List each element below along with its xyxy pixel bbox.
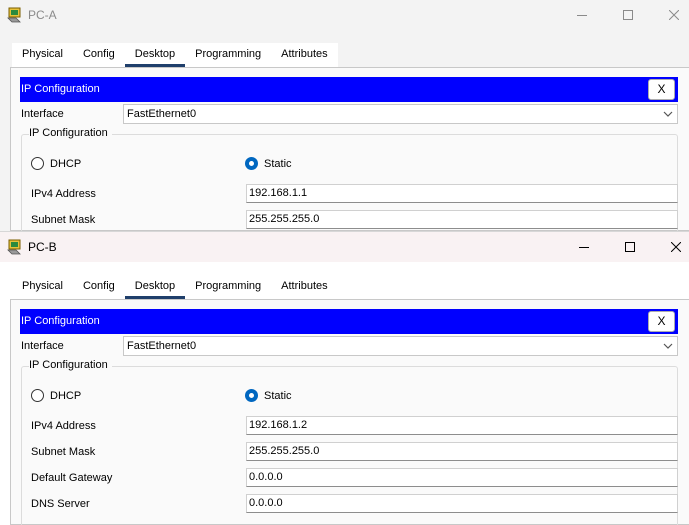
tab-bar: Physical Config Desktop Programming Attr…: [12, 43, 338, 67]
ipv4-address-label: IPv4 Address: [31, 188, 96, 200]
ip-config-header-title: IP Configuration: [21, 83, 100, 95]
title-bar[interactable]: PC-A: [0, 0, 689, 30]
tab-config[interactable]: Config: [72, 275, 125, 299]
maximize-button[interactable]: [605, 0, 651, 30]
interface-select[interactable]: FastEthernet0: [123, 336, 678, 356]
interface-label: Interface: [21, 108, 64, 120]
window-body: Physical Config Desktop Programming Attr…: [0, 30, 689, 231]
static-radio[interactable]: Static: [245, 157, 292, 170]
chevron-down-icon: [663, 343, 673, 349]
title-bar[interactable]: PC-B: [0, 232, 689, 262]
tab-attributes[interactable]: Attributes: [271, 43, 338, 67]
interface-value: FastEthernet0: [127, 108, 197, 120]
ipv4-address-input[interactable]: 192.168.1.2: [246, 416, 678, 435]
dhcp-label: DHCP: [50, 389, 82, 402]
desktop-panel: IP Configuration X Interface FastEtherne…: [10, 299, 689, 525]
interface-label: Interface: [21, 340, 64, 352]
packet-tracer-pc-icon: [7, 7, 23, 23]
close-icon: [671, 242, 681, 252]
close-window-button[interactable]: [653, 232, 689, 262]
ip-config-group-title: IP Configuration: [29, 359, 112, 371]
static-label: Static: [264, 389, 292, 402]
desktop-panel: IP Configuration X Interface FastEtherne…: [10, 67, 689, 231]
minimize-button[interactable]: [561, 232, 607, 262]
ipv4-address-input[interactable]: 192.168.1.1: [246, 184, 678, 203]
radio-selected-icon: [245, 389, 258, 402]
subnet-mask-label: Subnet Mask: [31, 214, 96, 226]
ip-config-group-title: IP Configuration: [29, 127, 112, 139]
dns-server-input[interactable]: 0.0.0.0: [246, 494, 678, 513]
default-gateway-label: Default Gateway: [31, 472, 113, 484]
maximize-icon: [625, 242, 635, 252]
tab-desktop[interactable]: Desktop: [124, 275, 186, 299]
maximize-button[interactable]: [607, 232, 653, 262]
close-window-button[interactable]: [651, 0, 689, 30]
window-title: PC-B: [28, 240, 57, 254]
pc-b-window: PC-B Physical Config Desktop Programming…: [0, 231, 689, 525]
subnet-mask-input[interactable]: 255.255.255.0: [246, 210, 678, 229]
ip-config-header: IP Configuration X: [20, 309, 678, 334]
subnet-mask-input[interactable]: 255.255.255.0: [246, 442, 678, 461]
pc-a-window: PC-A Physical Config Desktop Programming…: [0, 0, 689, 231]
close-ip-config-button[interactable]: X: [648, 311, 675, 332]
radio-unselected-icon: [31, 157, 44, 170]
dns-server-label: DNS Server: [31, 498, 90, 510]
dhcp-radio[interactable]: DHCP: [31, 389, 81, 402]
interface-select[interactable]: FastEthernet0: [123, 104, 678, 124]
tab-programming[interactable]: Programming: [185, 275, 272, 299]
subnet-mask-label: Subnet Mask: [31, 446, 96, 458]
window-title: PC-A: [28, 8, 57, 22]
default-gateway-input[interactable]: 0.0.0.0: [246, 468, 678, 487]
close-ip-config-button[interactable]: X: [648, 79, 675, 100]
tab-physical[interactable]: Physical: [12, 275, 73, 299]
static-radio[interactable]: Static: [245, 389, 292, 402]
tab-programming[interactable]: Programming: [185, 43, 272, 67]
close-icon: [669, 10, 679, 20]
minimize-button[interactable]: [559, 0, 605, 30]
tab-physical[interactable]: Physical: [12, 43, 73, 67]
dhcp-label: DHCP: [50, 157, 82, 170]
dhcp-radio[interactable]: DHCP: [31, 157, 81, 170]
packet-tracer-pc-icon: [7, 239, 23, 255]
ipv4-address-label: IPv4 Address: [31, 420, 96, 432]
minimize-icon: [577, 15, 587, 16]
tab-desktop[interactable]: Desktop: [124, 43, 186, 67]
ip-config-header: IP Configuration X: [20, 77, 678, 102]
radio-selected-icon: [245, 157, 258, 170]
tab-bar: Physical Config Desktop Programming Attr…: [12, 275, 338, 299]
window-body: Physical Config Desktop Programming Attr…: [0, 262, 689, 525]
chevron-down-icon: [663, 111, 673, 117]
minimize-icon: [579, 247, 589, 248]
maximize-icon: [623, 10, 633, 20]
tab-config[interactable]: Config: [72, 43, 125, 67]
static-label: Static: [264, 157, 292, 170]
radio-unselected-icon: [31, 389, 44, 402]
interface-value: FastEthernet0: [127, 340, 197, 352]
ip-config-header-title: IP Configuration: [21, 315, 100, 327]
tab-attributes[interactable]: Attributes: [271, 275, 338, 299]
